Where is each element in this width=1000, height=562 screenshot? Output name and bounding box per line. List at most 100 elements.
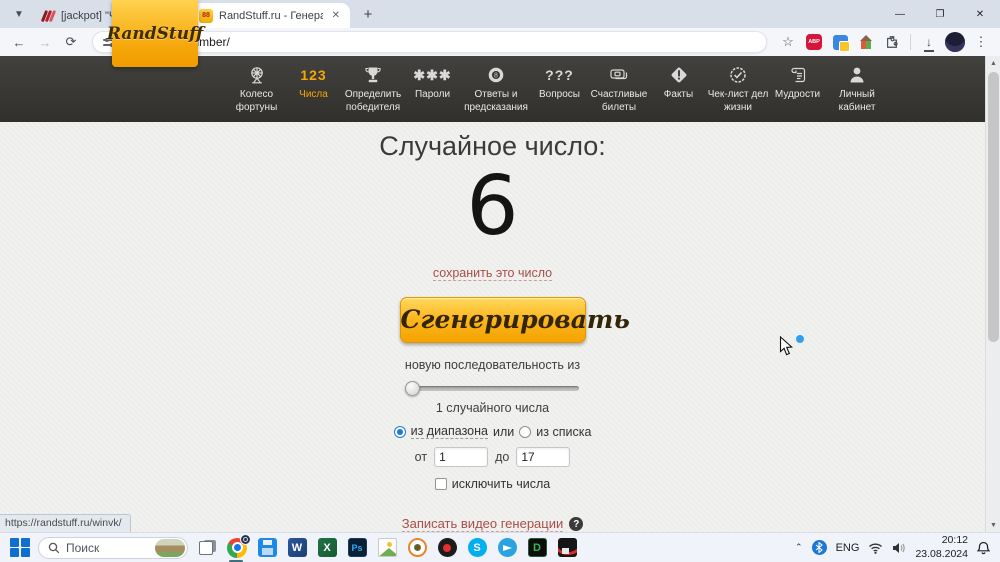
adblock-extension-icon[interactable]: ABP <box>803 31 825 53</box>
nav-item-tickets[interactable]: Счастливые билеты <box>588 64 650 114</box>
nav-item-numbers[interactable]: 123 Числа <box>285 64 342 102</box>
asterisks-icon: ✱✱✱ <box>413 67 452 83</box>
taskbar-skype-icon[interactable]: S <box>466 537 488 559</box>
wifi-icon[interactable] <box>868 542 883 554</box>
count-label: 1 случайного числа <box>435 401 550 415</box>
taskbar-recorder-icon[interactable] <box>436 537 458 559</box>
forward-button[interactable]: → <box>34 31 56 53</box>
nav-item-account[interactable]: Личный кабинет <box>826 64 888 114</box>
nav-item-winner[interactable]: Определить победителя <box>342 64 404 114</box>
exclude-checkbox[interactable] <box>434 478 447 490</box>
page-title: Случайное число: <box>379 131 606 161</box>
downloads-icon[interactable]: ↓ <box>918 31 940 53</box>
jackpot-favicon-icon <box>40 9 56 23</box>
randstuff-logo[interactable]: RandStuff <box>107 0 203 67</box>
task-view-button[interactable] <box>196 537 218 559</box>
browser-menu-icon[interactable]: ⋮ <box>970 31 992 53</box>
close-button[interactable]: ✕ <box>960 0 1000 28</box>
clock-date: 23.08.2024 <box>915 547 968 560</box>
restore-button[interactable]: ❐ <box>920 0 960 28</box>
page-scrollbar[interactable]: ▲ ▼ <box>985 56 1000 532</box>
window-controls: — ❐ ✕ <box>880 0 1000 28</box>
mode-radio-row: из диапазона или из списка <box>393 424 591 439</box>
nav-item-questions[interactable]: ??? Вопросы <box>531 64 588 102</box>
reload-button[interactable]: ⟳ <box>60 31 82 53</box>
minimize-button[interactable]: — <box>880 0 920 28</box>
bluetooth-icon[interactable] <box>811 540 827 555</box>
back-button[interactable]: ← <box>8 31 30 53</box>
language-indicator[interactable]: ENG <box>836 542 860 554</box>
taskbar-photoshop-icon[interactable]: Ps <box>346 537 368 559</box>
to-input[interactable] <box>516 447 571 467</box>
fact-diamond-icon <box>669 64 689 86</box>
notifications-bell-icon[interactable] <box>977 541 990 555</box>
toolbar-separator <box>910 34 911 50</box>
volume-icon[interactable] <box>892 542 906 554</box>
taskbar-eye-capture-icon[interactable] <box>406 537 428 559</box>
nav-item-wisdom[interactable]: Мудрости <box>769 64 826 102</box>
taskbar-excel-icon[interactable]: X <box>316 537 338 559</box>
range-radio[interactable] <box>393 425 406 438</box>
scrollbar-thumb[interactable] <box>988 72 999 342</box>
scroll-down-icon[interactable]: ▼ <box>986 518 1000 532</box>
or-label: или <box>493 424 515 439</box>
new-tab-button[interactable]: + <box>356 2 380 26</box>
save-number-link[interactable]: сохранить это число <box>432 266 553 282</box>
person-icon <box>847 64 867 86</box>
help-icon[interactable]: ? <box>569 517 584 531</box>
list-radio-label[interactable]: из списка <box>536 425 591 439</box>
taskbar-word-icon[interactable]: W <box>286 537 308 559</box>
tray-expand-icon[interactable]: ⌃ <box>795 542 803 553</box>
from-input[interactable] <box>434 447 489 467</box>
ferris-wheel-icon <box>247 64 267 86</box>
home-extension-icon[interactable] <box>855 31 877 53</box>
chrome-badge <box>240 533 251 545</box>
svg-text:8: 8 <box>494 73 498 80</box>
badge-check-icon <box>728 64 748 86</box>
system-tray: ⌃ ENG 20:12 23.08.2024 <box>795 534 990 561</box>
record-video-link[interactable]: Записать видео генерации <box>401 516 564 532</box>
sequence-label: новую последовательность из <box>404 357 581 372</box>
taskbar-image-viewer-icon[interactable] <box>376 537 398 559</box>
generate-button[interactable]: Сгенерировать <box>399 297 630 343</box>
extensions-puzzle-icon[interactable] <box>881 31 903 53</box>
numbers-123-icon: 123 <box>300 67 327 83</box>
photos-extension-icon[interactable] <box>829 31 851 53</box>
nav-item-checklist[interactable]: Чек-лист дел жизни <box>707 64 769 114</box>
list-radio[interactable] <box>519 425 532 438</box>
random-number-value: 6 <box>466 159 519 254</box>
taskbar-search[interactable]: Поиск <box>38 536 188 559</box>
count-slider[interactable] <box>404 380 579 396</box>
scroll-up-icon[interactable]: ▲ <box>986 56 1000 70</box>
tab-search-button[interactable]: ▼ <box>6 3 32 25</box>
search-daily-image[interactable] <box>155 538 185 557</box>
slider-track[interactable] <box>406 385 579 391</box>
taskbar-floppy-icon[interactable] <box>256 537 278 559</box>
desktop: { "browser": { "tabs": [ { "title": "[ja… <box>0 0 1000 562</box>
page-content: Случайное число: 6 сохранить это число С… <box>0 122 985 532</box>
status-bar-url: https://randstuff.ru/winvk/ <box>0 514 131 532</box>
taskbar-chrome-icon[interactable] <box>226 533 251 562</box>
range-radio-label[interactable]: из диапазона <box>410 424 488 439</box>
to-label: до <box>495 450 510 464</box>
nav-item-facts[interactable]: Факты <box>650 64 707 102</box>
tab-close-icon[interactable]: ✕ <box>329 9 343 22</box>
nav-item-answers[interactable]: 8 Ответы и предсказания <box>461 64 531 114</box>
video-row: Записать видео генерации ? <box>401 516 584 532</box>
taskbar-clock[interactable]: 20:12 23.08.2024 <box>915 534 968 561</box>
tab-randstuff[interactable]: 88 RandStuff.ru - Генератор случа ✕ <box>192 3 350 28</box>
nav-item-passwords[interactable]: ✱✱✱ Пароли <box>404 64 461 102</box>
tab-title: RandStuff.ru - Генератор случа <box>219 9 323 22</box>
randstuff-favicon-icon: 88 <box>199 8 213 23</box>
nav-item-wheel[interactable]: Колесо фортуны <box>228 64 285 114</box>
tickets-icon <box>608 64 630 86</box>
range-inputs-row: от до <box>415 447 571 467</box>
bookmark-star-icon[interactable]: ☆ <box>777 31 799 53</box>
start-button[interactable] <box>10 537 30 558</box>
taskbar-d-app-icon[interactable]: D <box>526 537 548 559</box>
exclude-label[interactable]: исключить числа <box>452 477 550 491</box>
slider-handle[interactable] <box>404 380 420 396</box>
profile-avatar[interactable] <box>944 31 966 53</box>
taskbar-game-icon[interactable] <box>556 537 578 559</box>
taskbar-telegram-icon[interactable] <box>496 537 518 559</box>
